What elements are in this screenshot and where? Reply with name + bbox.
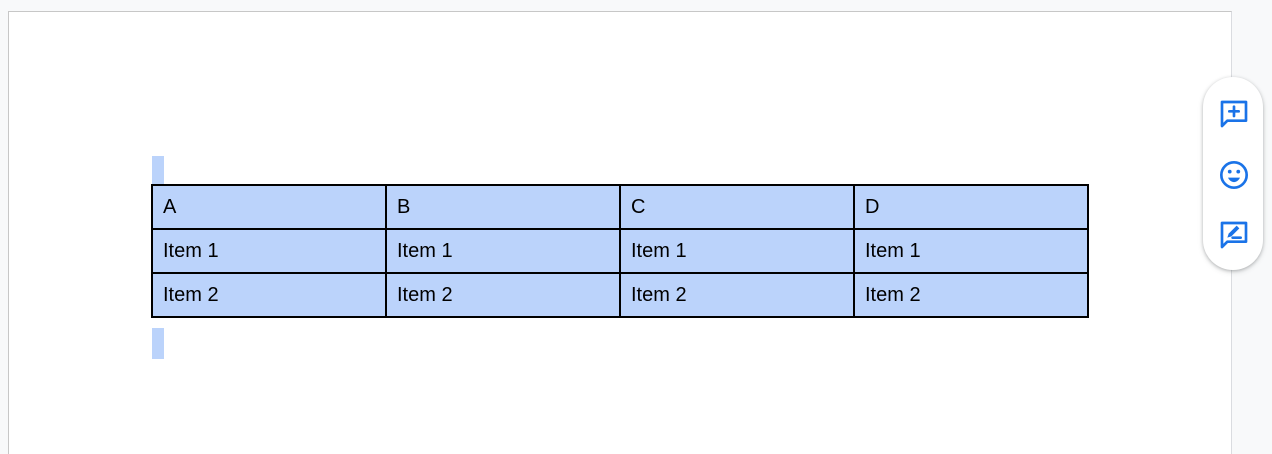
table-cell[interactable]: Item 1 xyxy=(385,228,621,274)
selection-marker-bottom xyxy=(152,328,164,359)
table-cell[interactable]: Item 1 xyxy=(853,228,1089,274)
table-cell[interactable]: D xyxy=(853,184,1089,230)
table-cell[interactable]: B xyxy=(385,184,621,230)
table-cell[interactable]: Item 2 xyxy=(853,272,1089,318)
side-action-toolbar xyxy=(1203,77,1263,270)
emoji-icon xyxy=(1220,161,1248,189)
table-row: Item 2 Item 2 Item 2 Item 2 xyxy=(151,272,1089,318)
add-comment-icon xyxy=(1220,100,1248,128)
table-cell[interactable]: Item 2 xyxy=(151,272,387,318)
table-row: Item 1 Item 1 Item 1 Item 1 xyxy=(151,228,1089,274)
table-cell[interactable]: C xyxy=(619,184,855,230)
add-comment-button[interactable] xyxy=(1216,96,1252,132)
table-cell[interactable]: Item 1 xyxy=(619,228,855,274)
document-table[interactable]: A B C D Item 1 Item 1 Item 1 Item 1 Item… xyxy=(151,184,1089,318)
table-cell[interactable]: Item 2 xyxy=(385,272,621,318)
table-cell[interactable]: Item 1 xyxy=(151,228,387,274)
table-cell[interactable]: A xyxy=(151,184,387,230)
selection-marker-top xyxy=(152,156,164,184)
docs-canvas: A B C D Item 1 Item 1 Item 1 Item 1 Item… xyxy=(0,0,1272,454)
table-row: A B C D xyxy=(151,184,1089,230)
suggest-edit-icon xyxy=(1220,221,1248,249)
table-cell[interactable]: Item 2 xyxy=(619,272,855,318)
add-emoji-reaction-button[interactable] xyxy=(1216,157,1252,193)
suggest-edits-button[interactable] xyxy=(1216,217,1252,253)
